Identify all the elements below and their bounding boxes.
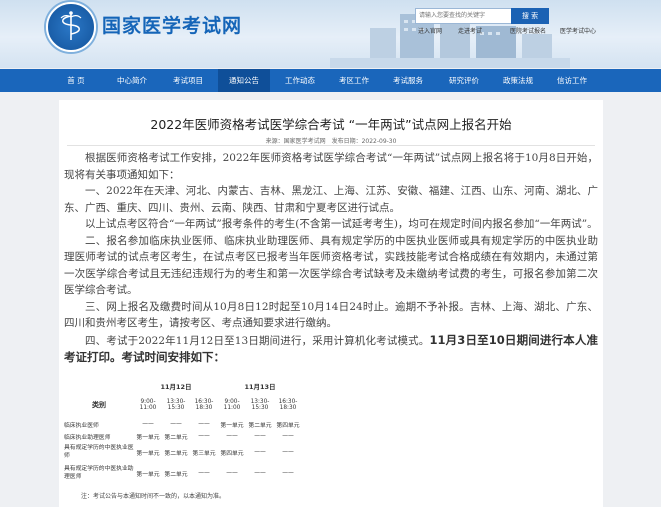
cell: —— [254,470,266,476]
search-button[interactable]: 搜 索 [511,8,549,24]
cell: 第四单元 [220,450,244,457]
search-input[interactable] [415,8,515,24]
site-name[interactable]: 国家医学考试网 [102,11,242,38]
nav-center-intro[interactable]: 中心简介 [106,69,158,92]
article-meta: 来源：国家医学考试网 发布日期：2022-09-30 [265,138,397,145]
date-header-nov13: 11月13日 [244,383,276,391]
cell: 第一单元 [136,471,160,478]
nav-work-news[interactable]: 工作动态 [274,69,326,92]
article-title: 2022年医师资格考试医学综合考试 “一年两试”试点网上报名开始 [150,117,512,132]
cell: 第二单元 [164,434,188,441]
cell: —— [198,433,210,439]
paragraph: 三、网上报名及缴费时间从10月8日12时起至10月14日24时止。逾期不予补报。… [64,300,598,330]
cell: —— [254,433,266,439]
cell: 第一单元 [136,450,160,457]
cell: —— [142,421,154,427]
cell: —— [226,433,238,439]
slot-header: 13:30-15:30 [250,399,270,411]
category-header: 类别 [92,401,106,409]
quick-links: 进入官网 走进考试 医院考试报名 医学考试中心 [418,26,658,36]
nav-notices[interactable]: 通知公告 [218,69,270,92]
paragraph-exam-time: 四、考试于2022年11月12日至13日期间进行，采用计算机化考试模式。11月3… [64,332,598,367]
row-label: 具有规定学历的中医执业医师 [64,445,134,459]
title-divider [67,145,595,146]
cell: —— [170,421,182,427]
cell: —— [282,449,294,455]
paragraph: 以上试点考区符合“一年两试”报考条件的考生(不含第一试延考考生)，均可在规定时间… [85,218,598,230]
cell: 第四单元 [276,422,300,429]
slot-header: 13:30-15:30 [166,399,186,411]
cell: 第一单元 [136,434,160,441]
cell: —— [198,470,210,476]
schedule-note: 注：考试公告与本通知时间不一致的，以本通知为准。 [81,493,226,500]
nav-home[interactable]: 首 页 [52,69,100,92]
table-row: 具有规定学历的中医执业医师 第一单元 第二单元 第三单元 第四单元 —— —— [64,442,302,462]
row-label: 临床执业助理医师 [64,434,111,441]
exam-time-text: 四、考试于2022年11月12日至13日期间进行，采用计算机化考试模式。 [85,334,430,347]
slot-header: 9:00-11:00 [139,399,157,411]
cell: —— [198,421,210,427]
table-row: 临床执业助理医师 第一单元 第二单元 —— —— —— —— [64,430,302,442]
cell: —— [282,470,294,476]
cell: —— [254,449,266,455]
table-row: 临床执业医师 —— —— —— 第一单元 第二单元 第四单元 [64,418,302,430]
site-logo[interactable] [46,2,96,52]
nav-research[interactable]: 研究评价 [438,69,490,92]
paragraph: 根据医师资格考试工作安排，2022年医师资格考试医学综合考试“一年两试”试点网上… [64,152,598,181]
quick-link-about-exam[interactable]: 走进考试 [458,26,482,35]
table-row: 具有规定学历的中医执业助理医师 第一单元 第二单元 —— —— —— —— [64,462,302,484]
nav-exam-service[interactable]: 考试服务 [382,69,434,92]
slot-header: 16:30-18:30 [278,399,298,411]
row-label: 具有规定学历的中医执业助理医师 [64,466,134,480]
nav-petition[interactable]: 信访工作 [546,69,598,92]
main-nav: 首 页 中心简介 考试项目 通知公告 工作动态 考区工作 考试服务 研究评价 政… [0,69,661,92]
nav-exam-projects[interactable]: 考试项目 [162,69,214,92]
slot-header: 9:00-11:00 [223,399,241,411]
article-panel: 2022年医师资格考试医学综合考试 “一年两试”试点网上报名开始 来源：国家医学… [59,100,603,507]
quick-link-hospital-signup[interactable]: 医院考试报名 [510,26,546,35]
schedule-table: 11月12日 11月13日 类别 9:00-11:00 13:30-15:30 … [64,380,302,484]
cell: 第二单元 [164,471,188,478]
paragraph: 一、2022年在天津、河北、内蒙古、吉林、黑龙江、上海、江苏、安徽、福建、江西、… [64,185,598,214]
slot-header: 16:30-18:30 [194,399,214,411]
nav-policy[interactable]: 政策法规 [492,69,544,92]
cell: 第二单元 [164,450,188,457]
site-header: 国家医学考试网 搜 索 进入官网 走进考试 医院考试报名 医学考试中心 [0,0,661,68]
cell: 第一单元 [220,422,244,429]
date-header-nov12: 11月12日 [160,383,192,391]
paragraph: 二、报名参加临床执业医师、临床执业助理医师、具有规定学历的中医执业医师或具有规定… [64,234,598,297]
article-body: 根据医师资格考试工作安排，2022年医师资格考试医学综合考试“一年两试”试点网上… [64,150,598,367]
cell: —— [282,433,294,439]
cell: 第三单元 [192,450,216,457]
nav-region-work[interactable]: 考区工作 [328,69,380,92]
cell: 第二单元 [248,422,272,429]
quick-link-official[interactable]: 进入官网 [418,26,442,35]
row-label: 临床执业医师 [64,422,99,429]
caduceus-icon [60,11,82,40]
quick-link-exam-center[interactable]: 医学考试中心 [560,26,596,35]
cell: —— [226,470,238,476]
